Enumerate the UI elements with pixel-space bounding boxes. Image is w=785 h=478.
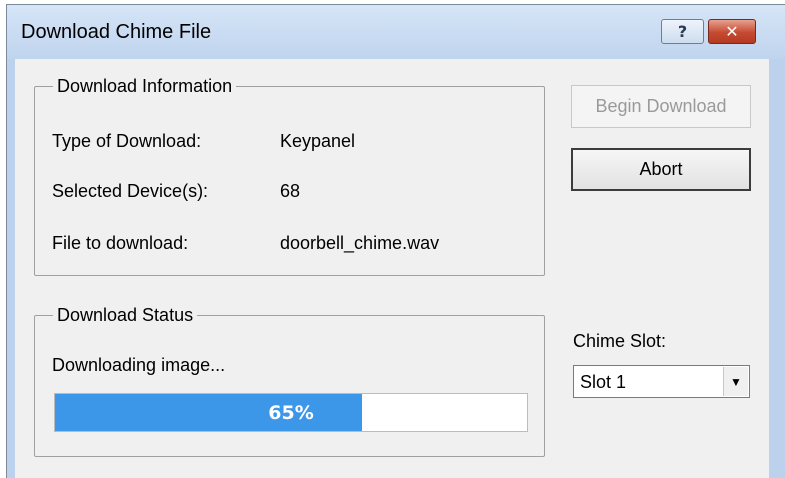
help-icon: ? [677,22,688,41]
selected-devices-label: Selected Device(s): [52,181,209,201]
begin-download-button[interactable]: Begin Download [571,85,751,128]
file-to-download-label: File to download: [52,233,189,253]
type-of-download-value: Keypanel [280,131,356,151]
chime-slot-label: Chime Slot: [573,331,667,351]
chevron-down-icon[interactable]: ▼ [723,367,748,396]
abort-button[interactable]: Abort [571,148,751,191]
chime-slot-selected-value: Slot 1 [580,372,627,392]
download-progress-bar: 65% [54,393,528,432]
window-title: Download Chime File [21,21,212,43]
close-icon: ✕ [725,22,739,41]
type-of-download-label: Type of Download: [52,131,202,151]
chime-slot-select[interactable]: Slot 1 ▼ [573,365,750,398]
help-button[interactable]: ? [661,19,704,44]
progress-percent-text: 65% [268,401,314,424]
title-bar[interactable]: Download Chime File ? ✕ [7,5,785,59]
download-chime-dialog: Download Chime File ? ✕ Download Informa… [6,4,785,478]
file-to-download-value: doorbell_chime.wav [280,233,440,253]
download-status-legend: Download Status [57,305,194,325]
close-button[interactable]: ✕ [708,19,756,44]
download-information-legend: Download Information [57,76,233,96]
download-status-message: Downloading image... [52,355,226,375]
dialog-body: Download Information Type of Download: K… [15,59,769,478]
selected-devices-value: 68 [280,181,301,201]
download-status-group: Download Status [34,305,545,457]
